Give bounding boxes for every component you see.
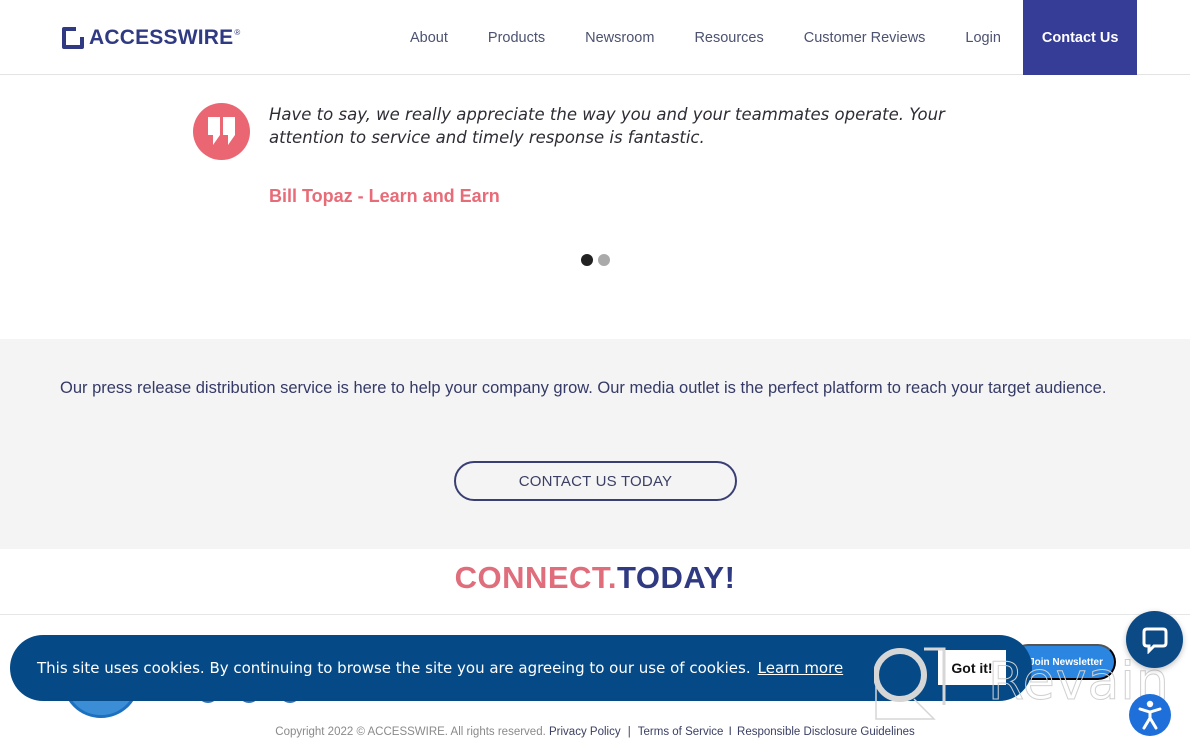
quote-icon [193,103,250,160]
learn-more-link[interactable]: Learn more [758,659,844,677]
chat-bubble-icon [1142,627,1167,654]
main-nav: About Products Newsroom Resources Custom… [390,0,1138,75]
carousel-dot-1[interactable] [581,254,593,266]
logo-registered-mark: ® [234,27,241,37]
carousel-dot-2[interactable] [598,254,610,266]
responsible-disclosure-link[interactable]: Responsible Disclosure Guidelines [737,726,915,738]
connect-heading-part2: TODAY! [617,560,736,595]
logo-mark-icon [62,27,84,49]
accessibility-person-icon [1138,700,1162,730]
nav-login[interactable]: Login [945,0,1020,75]
footer-separator: | [627,726,631,738]
copyright-text: Copyright 2022 © ACCESSWIRE. All rights … [275,726,546,738]
connect-today-heading: CONNECT.TODAY! [0,560,1190,596]
nav-contact-us-button[interactable]: Contact Us [1022,0,1138,75]
cta-section: Our press release distribution service i… [0,339,1190,549]
terms-of-service-link[interactable]: Terms of Service [638,726,724,738]
cta-description: Our press release distribution service i… [60,379,1107,397]
privacy-policy-link[interactable]: Privacy Policy [549,726,621,738]
connect-heading-part1: CONNECT. [454,560,618,595]
nav-about[interactable]: About [390,0,468,75]
site-header: ACCESSWIRE ® About Products Newsroom Res… [0,0,1190,75]
footer-separator: I [728,726,732,738]
section-divider [0,614,1190,615]
carousel-dots [581,254,610,266]
live-chat-button[interactable] [1126,611,1183,668]
testimonial-quote: Have to say, we really appreciate the wa… [269,105,945,147]
cookie-message: This site uses cookies. By continuing to… [37,659,751,677]
nav-products[interactable]: Products [468,0,565,75]
testimonial-author: Bill Topaz - Learn and Earn [269,186,500,206]
accessibility-button[interactable] [1129,694,1171,736]
cookie-banner: This site uses cookies. By continuing to… [10,635,1032,701]
contact-us-today-button[interactable]: CONTACT US TODAY [454,461,737,501]
nav-resources[interactable]: Resources [674,0,783,75]
nav-customer-reviews[interactable]: Customer Reviews [784,0,946,75]
accesswire-logo[interactable]: ACCESSWIRE ® [62,26,240,50]
logo-text: ACCESSWIRE [89,26,234,49]
got-it-button[interactable]: Got it! [938,650,1006,685]
footer-copyright: Copyright 2022 © ACCESSWIRE. All rights … [0,726,1190,738]
nav-newsroom[interactable]: Newsroom [565,0,674,75]
